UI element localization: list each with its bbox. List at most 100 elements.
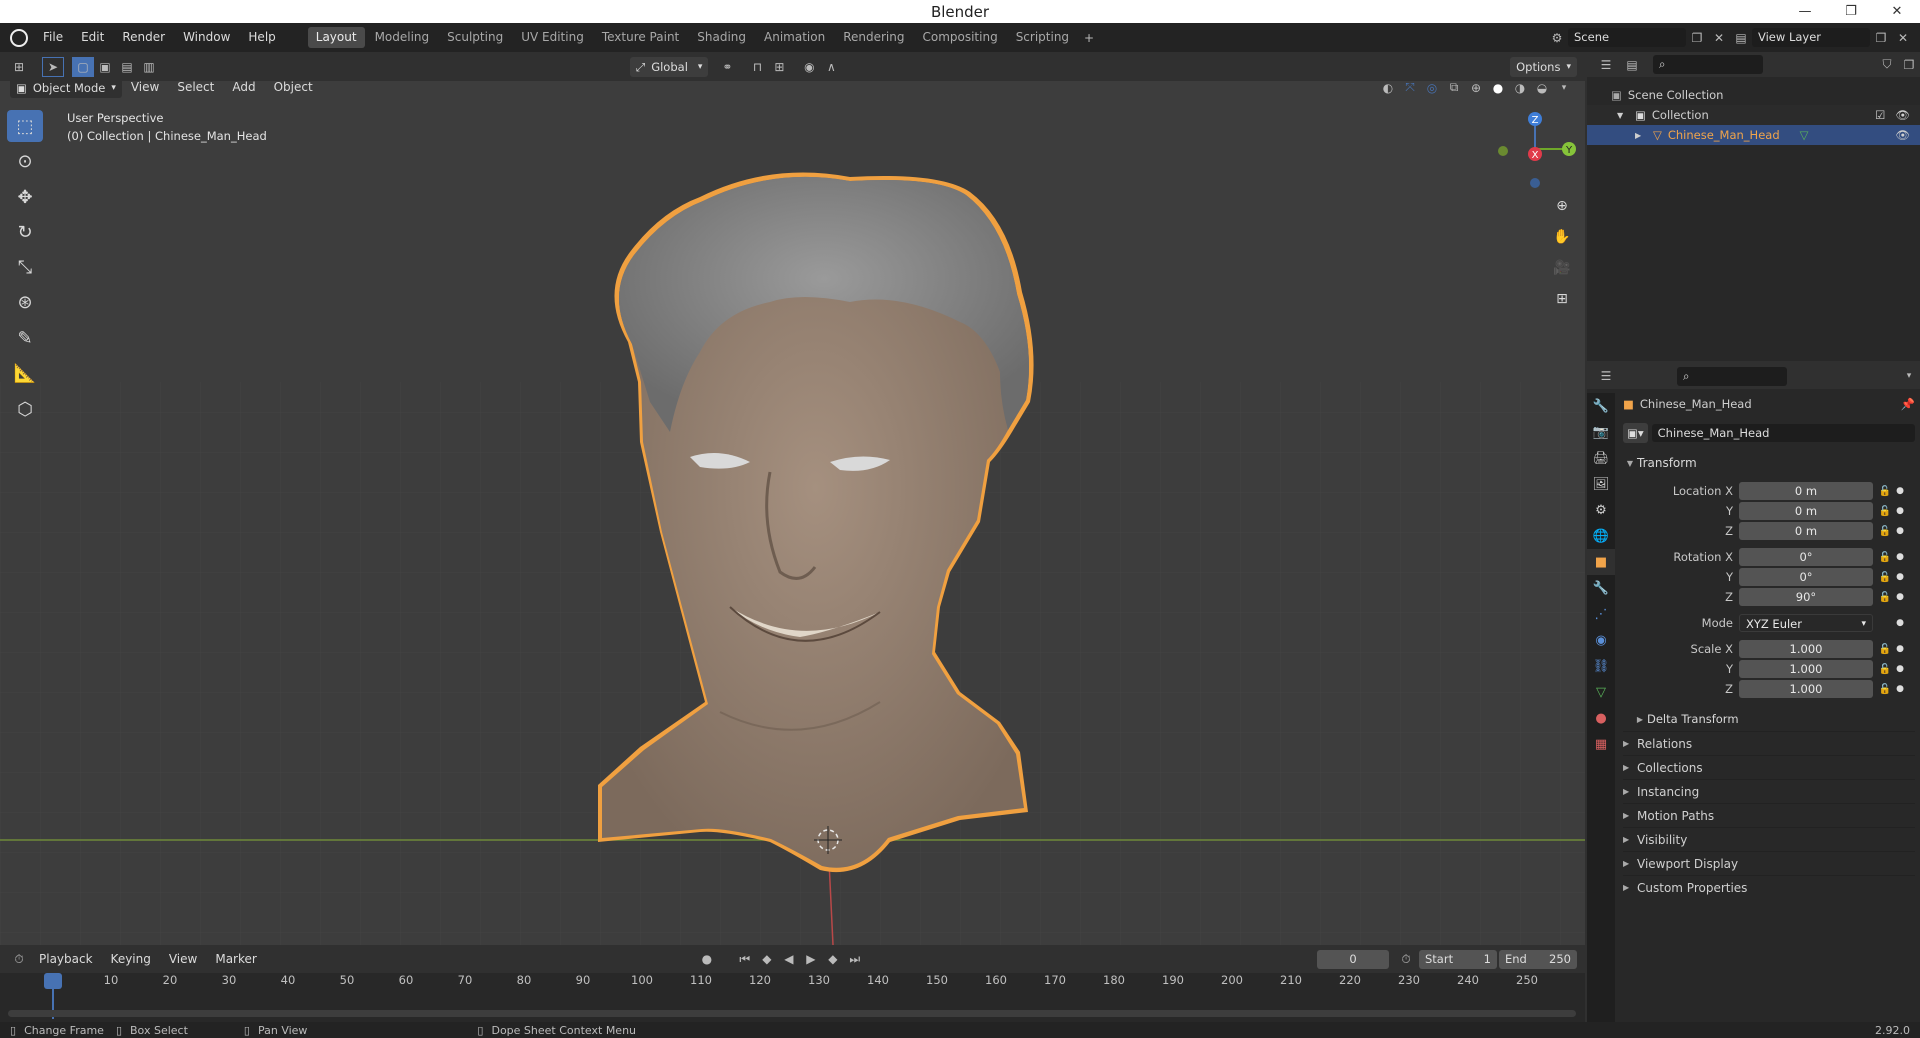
tab-layout[interactable]: Layout xyxy=(307,27,365,48)
lock-icon[interactable]: 🔓 xyxy=(1877,552,1893,563)
scene-name-field[interactable]: Scene xyxy=(1568,28,1686,47)
proportional-edit-icon[interactable]: ◉ xyxy=(798,57,820,77)
options-dropdown[interactable]: Options ▾ xyxy=(1510,56,1577,77)
rotation-y-field[interactable]: 0° xyxy=(1739,568,1873,586)
camera-view-icon[interactable]: 🎥 xyxy=(1548,254,1576,282)
expand-icon[interactable]: ▼ xyxy=(1617,111,1629,120)
view-layer-field[interactable]: View Layer xyxy=(1752,28,1870,47)
shading-rendered-icon[interactable]: ◒ xyxy=(1531,78,1553,98)
modifier-tab-icon[interactable]: 🔧 xyxy=(1587,575,1615,601)
keyframe-dot-icon[interactable]: ● xyxy=(1893,506,1907,516)
gizmo-toggle-icon[interactable]: ⤧ xyxy=(1399,78,1421,98)
mode-dropdown[interactable]: ▣ Object Mode ▾ xyxy=(10,77,122,98)
object-name-field[interactable]: Chinese_Man_Head xyxy=(1651,424,1915,442)
minimize-button[interactable]: — xyxy=(1782,0,1828,23)
tab-shading[interactable]: Shading xyxy=(689,27,754,48)
menu-file[interactable]: File xyxy=(34,23,72,52)
tweak-tool-icon[interactable]: ⬚ xyxy=(7,110,43,142)
playhead[interactable] xyxy=(44,973,62,989)
viewport-menu-select[interactable]: Select xyxy=(168,75,223,100)
panel-collections[interactable]: ▶ Collections xyxy=(1623,755,1915,779)
view-layer-tab-icon[interactable]: 🖼 xyxy=(1587,471,1615,497)
snap-icon[interactable]: ⊓ xyxy=(746,57,768,77)
lock-icon[interactable]: 🔓 xyxy=(1877,506,1893,517)
tab-compositing[interactable]: Compositing xyxy=(914,27,1005,48)
material-tab-icon[interactable]: ● xyxy=(1587,705,1615,731)
tab-uv-editing[interactable]: UV Editing xyxy=(513,27,592,48)
delta-transform-header[interactable]: ▶ Delta Transform xyxy=(1623,707,1915,731)
tab-sculpting[interactable]: Sculpting xyxy=(439,27,511,48)
tab-animation[interactable]: Animation xyxy=(756,27,833,48)
panel-custom-properties[interactable]: ▶ Custom Properties xyxy=(1623,875,1915,899)
world-tab-icon[interactable]: 🌐 xyxy=(1587,523,1615,549)
tab-scripting[interactable]: Scripting xyxy=(1008,27,1077,48)
transform-panel-header[interactable]: ▼ Transform xyxy=(1623,451,1915,475)
properties-options-icon[interactable]: ▾ xyxy=(1898,366,1920,386)
filter-icon[interactable]: ⛉ xyxy=(1876,55,1898,75)
editor-type-icon[interactable]: ⊞ xyxy=(8,57,30,77)
properties-search[interactable]: ⌕ xyxy=(1677,366,1787,386)
select-mode-subtract-icon[interactable]: ▤ xyxy=(116,57,138,77)
panel-instancing[interactable]: ▶ Instancing xyxy=(1623,779,1915,803)
head-model[interactable] xyxy=(598,172,1034,873)
menu-window[interactable]: Window xyxy=(174,23,239,52)
physics-tab-icon[interactable]: ◉ xyxy=(1587,627,1615,653)
snap-target-icon[interactable]: ⊞ xyxy=(768,57,790,77)
location-y-field[interactable]: 0 m xyxy=(1739,502,1873,520)
scene-tab-icon[interactable]: ⚙ xyxy=(1587,497,1615,523)
outliner-editor-icon[interactable]: ☰ xyxy=(1595,55,1617,75)
panel-motion-paths[interactable]: ▶ Motion Paths xyxy=(1623,803,1915,827)
panel-viewport-display[interactable]: ▶ Viewport Display xyxy=(1623,851,1915,875)
scene-icon[interactable]: ⚙ xyxy=(1546,28,1568,48)
viewport-menu-object[interactable]: Object xyxy=(265,75,322,100)
expand-object-icon[interactable]: ▶ xyxy=(1635,131,1647,140)
select-mode-invert-icon[interactable]: ▥ xyxy=(138,57,160,77)
move-tool-icon[interactable]: ✥ xyxy=(7,181,43,213)
rotation-z-field[interactable]: 90° xyxy=(1739,588,1873,606)
rotate-tool-icon[interactable]: ↻ xyxy=(7,216,43,248)
ortho-grid-icon[interactable]: ⊞ xyxy=(1548,285,1576,313)
select-mode-extend-icon[interactable]: ▣ xyxy=(94,57,116,77)
panel-relations[interactable]: ▶ Relations xyxy=(1623,731,1915,755)
render-tab-icon[interactable]: 📷 xyxy=(1587,419,1615,445)
remove-view-layer-icon[interactable]: ✕ xyxy=(1892,28,1914,48)
keyframe-dot-icon[interactable]: ● xyxy=(1893,664,1907,674)
shading-material-icon[interactable]: ◑ xyxy=(1509,78,1531,98)
keyframe-dot-icon[interactable]: ● xyxy=(1893,552,1907,562)
constraints-tab-icon[interactable]: ⛓ xyxy=(1587,653,1615,679)
scale-y-field[interactable]: 1.000 xyxy=(1739,660,1873,678)
overlay-toggle-icon[interactable]: ◎ xyxy=(1421,78,1443,98)
cursor-tool-icon[interactable]: ⊙ xyxy=(7,145,43,177)
scale-tool-icon[interactable]: ⤡ xyxy=(7,251,43,283)
keyframe-dot-icon[interactable]: ● xyxy=(1893,592,1907,602)
close-button[interactable]: ✕ xyxy=(1874,0,1920,23)
outliner-search[interactable]: ⌕ xyxy=(1653,55,1763,74)
location-x-field[interactable]: 0 m xyxy=(1739,482,1873,500)
restore-button[interactable]: ❐ xyxy=(1828,0,1874,23)
rotation-x-field[interactable]: 0° xyxy=(1739,548,1873,566)
menu-edit[interactable]: Edit xyxy=(72,23,113,52)
new-view-layer-icon[interactable]: ❐ xyxy=(1870,28,1892,48)
view-layer-icon[interactable]: ▤ xyxy=(1730,28,1752,48)
blender-logo-icon[interactable] xyxy=(10,28,28,47)
lock-icon[interactable]: 🔓 xyxy=(1877,486,1893,497)
shading-options-icon[interactable]: ▾ xyxy=(1553,78,1575,98)
menu-help[interactable]: Help xyxy=(239,23,284,52)
properties-editor-icon[interactable]: ☰ xyxy=(1595,366,1617,386)
tab-texture-paint[interactable]: Texture Paint xyxy=(594,27,687,48)
keyframe-dot-icon[interactable]: ● xyxy=(1893,684,1907,694)
output-tab-icon[interactable]: 🖨 xyxy=(1587,445,1615,471)
new-collection-icon[interactable]: ❐ xyxy=(1898,55,1920,75)
navigation-gizmo[interactable]: Z Y X xyxy=(1498,112,1576,188)
shading-wireframe-icon[interactable]: ⊕ xyxy=(1465,78,1487,98)
select-tool-icon[interactable]: ➤ xyxy=(42,56,64,77)
display-mode-icon[interactable]: ▤ xyxy=(1621,55,1643,75)
particles-tab-icon[interactable]: ⋰ xyxy=(1587,601,1615,627)
collection-eye-icon[interactable]: 👁 xyxy=(1895,108,1910,122)
menu-render[interactable]: Render xyxy=(113,23,174,52)
scale-x-field[interactable]: 1.000 xyxy=(1739,640,1873,658)
lock-icon[interactable]: 🔓 xyxy=(1877,572,1893,583)
remove-scene-icon[interactable]: ✕ xyxy=(1708,28,1730,48)
measure-tool-icon[interactable]: 📐 xyxy=(7,357,43,389)
pan-hand-icon[interactable]: ✋ xyxy=(1548,223,1576,251)
